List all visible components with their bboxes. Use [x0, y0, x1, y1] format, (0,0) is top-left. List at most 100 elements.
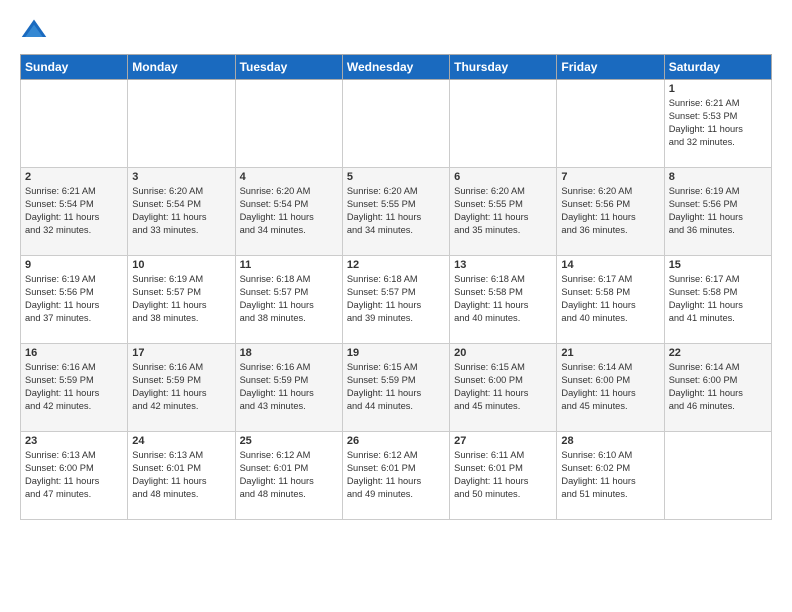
calendar-cell: 10 Sunrise: 6:19 AM Sunset: 5:57 PM Dayli…	[128, 256, 235, 344]
calendar-cell: 6 Sunrise: 6:20 AM Sunset: 5:55 PM Daylig…	[450, 168, 557, 256]
calendar-cell: 18Sunrise: 6:16 AM Sunset: 5:59 PM Dayli…	[235, 344, 342, 432]
day-info: Sunrise: 6:13 AM Sunset: 6:00 PM Dayligh…	[25, 449, 123, 501]
calendar-cell: 19Sunrise: 6:15 AM Sunset: 5:59 PM Dayli…	[342, 344, 449, 432]
day-info: Sunrise: 6:18 AM Sunset: 5:57 PM Dayligh…	[347, 273, 445, 325]
day-number: 20	[454, 347, 552, 359]
day-number: 8	[669, 171, 767, 183]
day-number: 27	[454, 435, 552, 447]
day-info: Sunrise: 6:20 AM Sunset: 5:55 PM Dayligh…	[347, 185, 445, 237]
day-info: Sunrise: 6:13 AM Sunset: 6:01 PM Dayligh…	[132, 449, 230, 501]
day-number: 21	[561, 347, 659, 359]
calendar-cell: 27 Sunrise: 6:11 AM Sunset: 6:01 PM Dayli…	[450, 432, 557, 520]
day-info: Sunrise: 6:10 AM Sunset: 6:02 PM Dayligh…	[561, 449, 659, 501]
day-info: Sunrise: 6:17 AM Sunset: 5:58 PM Dayligh…	[669, 273, 767, 325]
day-number: 17	[132, 347, 230, 359]
day-number: 2	[25, 171, 123, 183]
day-number: 14	[561, 259, 659, 271]
calendar-cell: 22 Sunrise: 6:14 AM Sunset: 6:00 PM Dayli…	[664, 344, 771, 432]
header	[20, 16, 772, 44]
weekday-header-monday: Monday	[128, 55, 235, 80]
day-info: Sunrise: 6:19 AM Sunset: 5:56 PM Dayligh…	[25, 273, 123, 325]
calendar-week-row: 1 Sunrise: 6:21 AM Sunset: 5:53 PM Daylig…	[21, 80, 772, 168]
calendar-cell: 21 Sunrise: 6:14 AM Sunset: 6:00 PM Dayli…	[557, 344, 664, 432]
calendar-week-row: 16 Sunrise: 6:16 AM Sunset: 5:59 PM Dayli…	[21, 344, 772, 432]
day-info: Sunrise: 6:18 AM Sunset: 5:58 PM Dayligh…	[454, 273, 552, 325]
calendar-cell	[342, 80, 449, 168]
day-number: 16	[25, 347, 123, 359]
logo	[20, 16, 52, 44]
calendar-cell: 9 Sunrise: 6:19 AM Sunset: 5:56 PM Daylig…	[21, 256, 128, 344]
calendar-cell	[450, 80, 557, 168]
day-number: 26	[347, 435, 445, 447]
day-number: 4	[240, 171, 338, 183]
day-info: Sunrise: 6:20 AM Sunset: 5:54 PM Dayligh…	[132, 185, 230, 237]
day-info: Sunrise: 6:11 AM Sunset: 6:01 PM Dayligh…	[454, 449, 552, 501]
weekday-header-thursday: Thursday	[450, 55, 557, 80]
day-info: Sunrise: 6:20 AM Sunset: 5:54 PM Dayligh…	[240, 185, 338, 237]
day-number: 28	[561, 435, 659, 447]
calendar-cell: 24 Sunrise: 6:13 AM Sunset: 6:01 PM Dayli…	[128, 432, 235, 520]
weekday-header-sunday: Sunday	[21, 55, 128, 80]
day-number: 7	[561, 171, 659, 183]
day-number: 24	[132, 435, 230, 447]
calendar-cell: 28 Sunrise: 6:10 AM Sunset: 6:02 PM Dayli…	[557, 432, 664, 520]
day-number: 9	[25, 259, 123, 271]
calendar-week-row: 2 Sunrise: 6:21 AM Sunset: 5:54 PM Daylig…	[21, 168, 772, 256]
calendar-cell: 16 Sunrise: 6:16 AM Sunset: 5:59 PM Dayli…	[21, 344, 128, 432]
day-info: Sunrise: 6:12 AM Sunset: 6:01 PM Dayligh…	[347, 449, 445, 501]
day-number: 11	[240, 259, 338, 271]
logo-icon	[20, 16, 48, 44]
day-info: Sunrise: 6:14 AM Sunset: 6:00 PM Dayligh…	[561, 361, 659, 413]
weekday-header-tuesday: Tuesday	[235, 55, 342, 80]
day-number: 5	[347, 171, 445, 183]
day-number: 22	[669, 347, 767, 359]
calendar-cell: 14Sunrise: 6:17 AM Sunset: 5:58 PM Dayli…	[557, 256, 664, 344]
day-number: 1	[669, 83, 767, 95]
page: SundayMondayTuesdayWednesdayThursdayFrid…	[0, 0, 792, 612]
calendar-cell: 4 Sunrise: 6:20 AM Sunset: 5:54 PM Daylig…	[235, 168, 342, 256]
day-info: Sunrise: 6:16 AM Sunset: 5:59 PM Dayligh…	[240, 361, 338, 413]
day-info: Sunrise: 6:12 AM Sunset: 6:01 PM Dayligh…	[240, 449, 338, 501]
day-info: Sunrise: 6:15 AM Sunset: 6:00 PM Dayligh…	[454, 361, 552, 413]
calendar-cell: 7 Sunrise: 6:20 AM Sunset: 5:56 PM Daylig…	[557, 168, 664, 256]
day-info: Sunrise: 6:18 AM Sunset: 5:57 PM Dayligh…	[240, 273, 338, 325]
calendar-cell: 12 Sunrise: 6:18 AM Sunset: 5:57 PM Dayli…	[342, 256, 449, 344]
weekday-header-friday: Friday	[557, 55, 664, 80]
calendar-cell: 13 Sunrise: 6:18 AM Sunset: 5:58 PM Dayli…	[450, 256, 557, 344]
calendar-cell: 2 Sunrise: 6:21 AM Sunset: 5:54 PM Daylig…	[21, 168, 128, 256]
day-info: Sunrise: 6:20 AM Sunset: 5:56 PM Dayligh…	[561, 185, 659, 237]
calendar-cell: 20 Sunrise: 6:15 AM Sunset: 6:00 PM Dayli…	[450, 344, 557, 432]
calendar-cell	[557, 80, 664, 168]
day-info: Sunrise: 6:16 AM Sunset: 5:59 PM Dayligh…	[132, 361, 230, 413]
calendar-cell: 11 Sunrise: 6:18 AM Sunset: 5:57 PM Dayli…	[235, 256, 342, 344]
day-info: Sunrise: 6:19 AM Sunset: 5:56 PM Dayligh…	[669, 185, 767, 237]
calendar-week-row: 9 Sunrise: 6:19 AM Sunset: 5:56 PM Daylig…	[21, 256, 772, 344]
day-info: Sunrise: 6:16 AM Sunset: 5:59 PM Dayligh…	[25, 361, 123, 413]
day-info: Sunrise: 6:19 AM Sunset: 5:57 PM Dayligh…	[132, 273, 230, 325]
day-number: 10	[132, 259, 230, 271]
day-info: Sunrise: 6:14 AM Sunset: 6:00 PM Dayligh…	[669, 361, 767, 413]
calendar-week-row: 23 Sunrise: 6:13 AM Sunset: 6:00 PM Dayli…	[21, 432, 772, 520]
calendar-cell: 3Sunrise: 6:20 AM Sunset: 5:54 PM Daylig…	[128, 168, 235, 256]
day-number: 19	[347, 347, 445, 359]
calendar-table: SundayMondayTuesdayWednesdayThursdayFrid…	[20, 54, 772, 520]
day-number: 25	[240, 435, 338, 447]
weekday-header-row: SundayMondayTuesdayWednesdayThursdayFrid…	[21, 55, 772, 80]
calendar-cell: 5 Sunrise: 6:20 AM Sunset: 5:55 PM Daylig…	[342, 168, 449, 256]
day-number: 13	[454, 259, 552, 271]
day-number: 12	[347, 259, 445, 271]
day-info: Sunrise: 6:20 AM Sunset: 5:55 PM Dayligh…	[454, 185, 552, 237]
day-number: 15	[669, 259, 767, 271]
calendar-cell: 17 Sunrise: 6:16 AM Sunset: 5:59 PM Dayli…	[128, 344, 235, 432]
day-number: 23	[25, 435, 123, 447]
day-number: 6	[454, 171, 552, 183]
calendar-cell	[21, 80, 128, 168]
calendar-cell	[235, 80, 342, 168]
day-info: Sunrise: 6:21 AM Sunset: 5:54 PM Dayligh…	[25, 185, 123, 237]
calendar-cell: 23 Sunrise: 6:13 AM Sunset: 6:00 PM Dayli…	[21, 432, 128, 520]
calendar-cell: 1 Sunrise: 6:21 AM Sunset: 5:53 PM Daylig…	[664, 80, 771, 168]
day-info: Sunrise: 6:21 AM Sunset: 5:53 PM Dayligh…	[669, 97, 767, 149]
calendar-cell: 26 Sunrise: 6:12 AM Sunset: 6:01 PM Dayli…	[342, 432, 449, 520]
calendar-cell: 8 Sunrise: 6:19 AM Sunset: 5:56 PM Daylig…	[664, 168, 771, 256]
calendar-cell	[128, 80, 235, 168]
